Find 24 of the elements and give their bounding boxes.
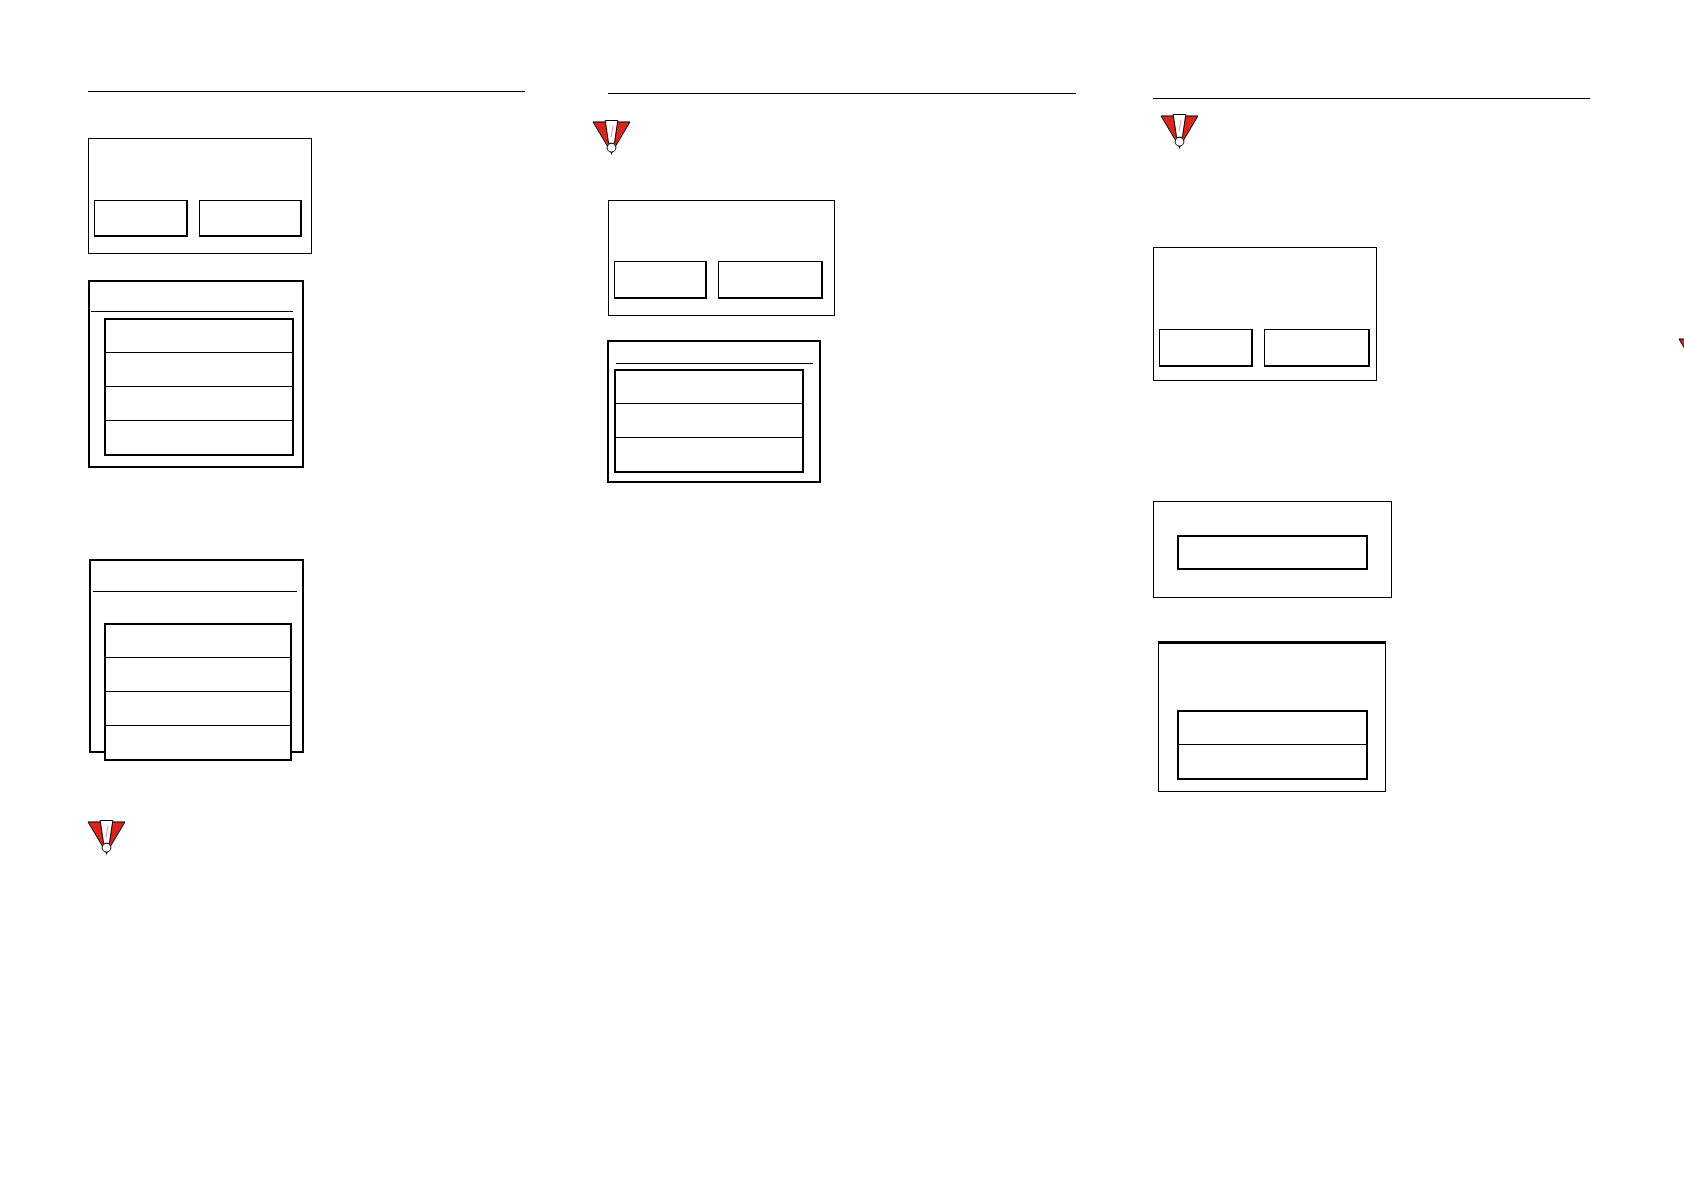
menu-row[interactable] <box>1177 710 1368 744</box>
menu-row[interactable] <box>104 623 292 657</box>
warning-icon <box>1160 114 1199 149</box>
menu-row[interactable] <box>614 369 804 403</box>
menu-row[interactable] <box>1177 744 1368 780</box>
dialog-button[interactable] <box>1159 329 1253 367</box>
warning-icon <box>592 120 631 155</box>
dialog-button[interactable] <box>1264 329 1370 367</box>
warning-icon <box>87 820 126 855</box>
warning-icon <box>1678 338 1684 349</box>
dialog-button[interactable] <box>718 261 823 299</box>
dialog-button[interactable] <box>94 200 188 237</box>
menu-row[interactable] <box>614 437 804 473</box>
menu-row[interactable] <box>104 691 292 725</box>
dialog-button[interactable] <box>614 261 707 299</box>
menu-row[interactable] <box>104 352 294 386</box>
entry-field[interactable] <box>1177 535 1368 570</box>
menu-row[interactable] <box>104 318 294 352</box>
dialog-button[interactable] <box>199 200 302 237</box>
menu-row[interactable] <box>614 403 804 437</box>
menu-row[interactable] <box>104 386 294 420</box>
menu-row[interactable] <box>104 657 292 691</box>
menu-row[interactable] <box>104 420 294 456</box>
menu-row[interactable] <box>104 725 292 761</box>
